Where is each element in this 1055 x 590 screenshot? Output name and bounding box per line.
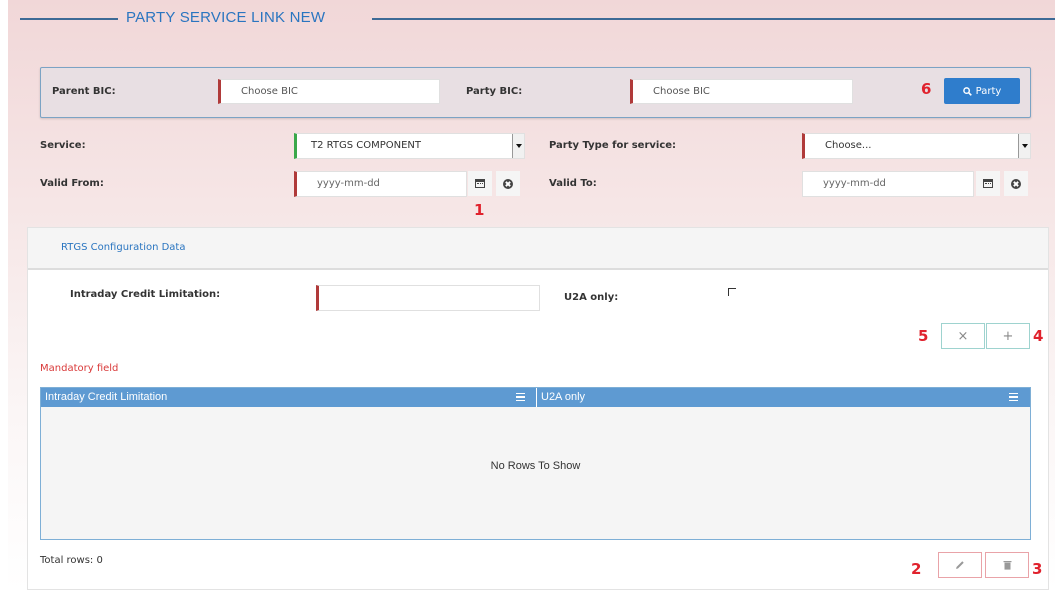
- tab-label: RTGS Configuration Data: [61, 242, 186, 253]
- annotation-4: 4: [1033, 327, 1044, 345]
- party-type-label: Party Type for service:: [549, 140, 677, 151]
- party-type-selected-value: Choose...: [825, 140, 872, 151]
- column-header-u2a[interactable]: U2A only: [537, 388, 1030, 407]
- service-selected-value: T2 RTGS COMPONENT: [311, 140, 422, 151]
- parent-bic-label: Parent BIC:: [52, 86, 116, 97]
- valid-from-input[interactable]: yyyy-mm-dd: [294, 171, 467, 197]
- intraday-credit-label: Intraday Credit Limitation:: [70, 289, 221, 300]
- clear-circle-icon: [503, 178, 513, 189]
- tab-rtgs-configuration[interactable]: RTGS Configuration Data: [28, 228, 1048, 270]
- party-button-label: Party: [975, 85, 1002, 97]
- valid-from-label: Valid From:: [40, 178, 104, 189]
- calendar-icon: [475, 179, 485, 188]
- annotation-5: 5: [918, 327, 929, 345]
- valid-to-label: Valid To:: [549, 178, 597, 189]
- total-rows-count: Total rows: 0: [40, 555, 103, 566]
- annotation-6: 6: [921, 80, 932, 98]
- party-bic-label: Party BIC:: [466, 86, 523, 97]
- pencil-icon: [956, 561, 964, 569]
- service-select[interactable]: T2 RTGS COMPONENT: [294, 133, 525, 159]
- column-header-label: U2A only: [541, 391, 586, 403]
- add-button[interactable]: +: [986, 323, 1030, 349]
- chevron-down-icon: [512, 134, 524, 158]
- menu-icon[interactable]: [1009, 393, 1018, 401]
- parent-bic-input[interactable]: Choose BIC: [218, 79, 440, 104]
- annotation-1: 1: [474, 201, 485, 219]
- u2a-only-checkbox[interactable]: [728, 288, 736, 296]
- title-rule-left: [20, 18, 118, 20]
- mandatory-field-note: Mandatory field: [40, 363, 119, 374]
- close-icon: ×: [957, 328, 969, 344]
- cancel-button[interactable]: ×: [941, 323, 985, 349]
- party-bic-input[interactable]: Choose BIC: [630, 79, 853, 104]
- bic-panel: [40, 67, 1031, 118]
- edit-button[interactable]: [938, 552, 982, 578]
- chevron-down-icon: [1018, 134, 1030, 158]
- grid-header: Intraday Credit Limitation U2A only: [41, 388, 1030, 407]
- service-label: Service:: [40, 140, 86, 151]
- column-header-label: Intraday Credit Limitation: [45, 391, 168, 403]
- clear-circle-icon: [1011, 178, 1021, 189]
- valid-to-calendar-button[interactable]: [976, 171, 1000, 196]
- empty-grid-message: No Rows To Show: [490, 460, 581, 472]
- annotation-2: 2: [911, 560, 922, 578]
- menu-icon[interactable]: [516, 393, 525, 401]
- page-title: PARTY SERVICE LINK NEW: [126, 9, 326, 26]
- annotation-3: 3: [1032, 560, 1043, 578]
- intraday-credit-input[interactable]: [316, 285, 540, 311]
- u2a-only-label: U2A only:: [564, 292, 619, 303]
- party-search-button[interactable]: Party: [944, 78, 1020, 104]
- valid-from-clear-button[interactable]: [496, 171, 520, 196]
- valid-to-input[interactable]: yyyy-mm-dd: [802, 171, 974, 197]
- title-rule-right: [372, 18, 1055, 20]
- party-type-select[interactable]: Choose...: [802, 133, 1031, 159]
- calendar-icon: [983, 179, 993, 188]
- valid-to-clear-button[interactable]: [1004, 171, 1028, 196]
- trash-icon: [1003, 561, 1011, 570]
- page-header: PARTY SERVICE LINK NEW: [20, 0, 1055, 38]
- delete-button[interactable]: [985, 552, 1029, 578]
- column-header-intraday[interactable]: Intraday Credit Limitation: [41, 388, 536, 407]
- search-icon: [962, 86, 972, 96]
- valid-from-calendar-button[interactable]: [468, 171, 492, 196]
- plus-icon: +: [1002, 328, 1014, 344]
- data-grid: Intraday Credit Limitation U2A only No R…: [40, 387, 1031, 540]
